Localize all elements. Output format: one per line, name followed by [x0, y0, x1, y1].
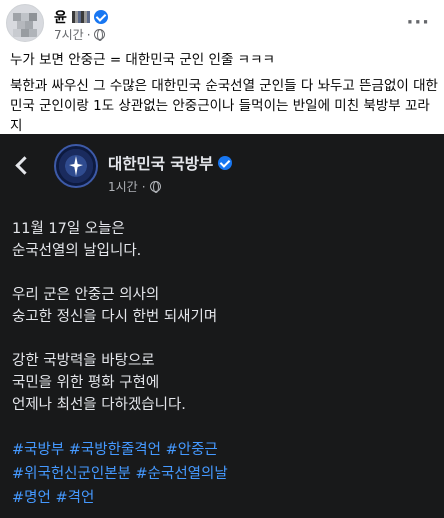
post-text-line2: 북한과 싸우신 그 수많은 대한민국 순국선열 군인들 다 놔두고 뜬금없이 대… [10, 78, 438, 134]
post-text: 누가 보면 안중근 = 대한민국 군인 인줄 ㅋㅋㅋ 북한과 싸우신 그 수많은… [10, 50, 438, 136]
author-name-row[interactable]: 윤 [54, 7, 108, 27]
hashtag[interactable]: #격언 [55, 490, 94, 506]
page-post-body: 11월 17일 오늘은 순국선열의 날입니다. 우리 군은 안중근 의사의 숭고… [12, 218, 432, 510]
post-meta: 7시간 · [54, 26, 105, 43]
hashtag[interactable]: #국방한줄격언 [69, 442, 161, 458]
paragraph: 우리 군은 안중근 의사의 숭고한 정신을 다시 한번 되새기며 [12, 287, 218, 325]
author-avatar[interactable] [6, 4, 44, 42]
page-name[interactable]: 대한민국 국방부 [108, 152, 213, 174]
page-name-row[interactable]: 대한민국 국방부 [108, 152, 233, 174]
paragraph: 강한 국방력을 바탕으로 국민을 위한 평화 구현에 언제나 최선을 다하겠습니… [12, 353, 186, 413]
paragraph: 11월 17일 오늘은 순국선열의 날입니다. [12, 221, 142, 259]
hashtag[interactable]: #순국선열의날 [135, 466, 227, 482]
more-icon[interactable]: ··· [406, 12, 430, 33]
verified-icon [218, 156, 233, 170]
author-name[interactable]: 윤 [54, 7, 67, 27]
embedded-screenshot: 대한민국 국방부 1시간 · 11월 17일 오늘은 순국선열의 날입니다. 우… [0, 134, 444, 518]
page-post-time[interactable]: 1시간 [108, 178, 138, 195]
emblem-icon [69, 156, 83, 176]
hashtag[interactable]: #안중근 [166, 442, 218, 458]
page-meta: 1시간 · [108, 178, 161, 195]
hashtag[interactable]: #국방부 [12, 442, 64, 458]
globe-icon [149, 181, 161, 193]
post-text-line1: 누가 보면 안중근 = 대한민국 군인 인줄 ㅋㅋㅋ [10, 52, 275, 68]
post-header: 윤 7시간 · ··· [0, 0, 444, 44]
hashtag[interactable]: #위국헌신군인본분 [12, 466, 131, 482]
hashtag[interactable]: #명언 [12, 490, 51, 506]
back-arrow-icon[interactable] [14, 157, 30, 173]
hashtag-list: #국방부 #국방한줄격언 #안중근 #위국헌신군인본분 #순국선열의날 #명언 … [12, 438, 432, 510]
post-time[interactable]: 7시간 [54, 26, 84, 43]
globe-icon [93, 29, 105, 41]
blurred-name-fragment [71, 11, 90, 23]
verified-icon [93, 10, 108, 24]
page-avatar[interactable] [54, 144, 98, 188]
